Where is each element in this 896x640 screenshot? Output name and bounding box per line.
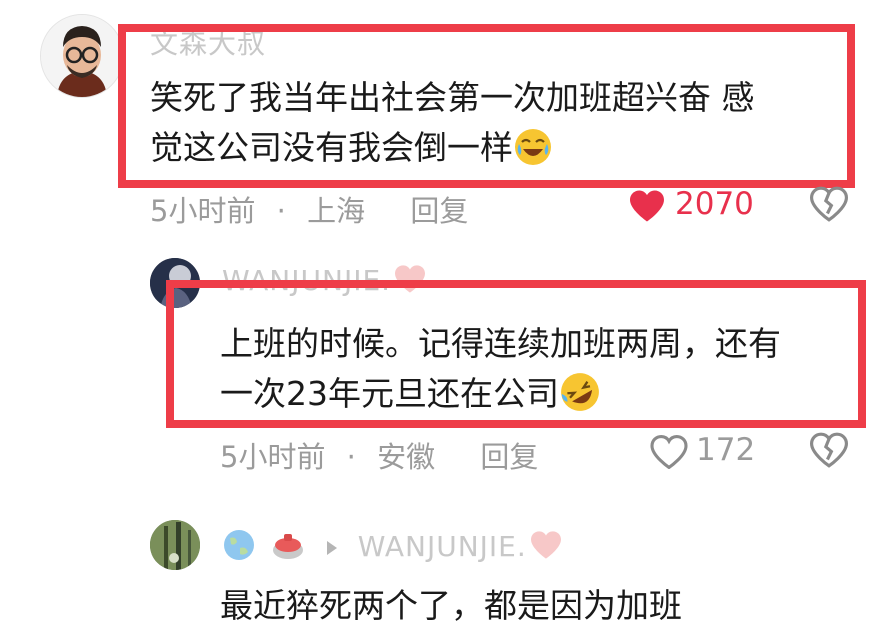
pink-heart-icon bbox=[530, 531, 561, 559]
comment-meta: 5小时前 · 上海 回复 bbox=[150, 188, 468, 230]
broken-heart-icon bbox=[809, 432, 849, 468]
man-with-glasses-avatar-icon bbox=[41, 15, 123, 97]
like-count: 172 bbox=[696, 432, 756, 468]
reply-button[interactable]: 回复 bbox=[480, 440, 538, 474]
dislike-button[interactable] bbox=[809, 186, 849, 226]
meta-separator: · bbox=[346, 440, 356, 474]
like-count: 2070 bbox=[675, 186, 754, 222]
curling-stone-badge-icon bbox=[272, 534, 303, 559]
comment-location: 上海 bbox=[307, 194, 366, 228]
comment-text-line: 最近猝死两个了，都是因为加班 bbox=[220, 586, 682, 625]
forest-avatar-icon bbox=[150, 520, 200, 570]
earth-badge-icon bbox=[224, 530, 254, 560]
meta-separator: · bbox=[276, 194, 286, 228]
heart-icon bbox=[650, 435, 688, 469]
avatar[interactable] bbox=[150, 520, 200, 570]
avatar[interactable] bbox=[40, 14, 124, 98]
comment-time: 5小时前 bbox=[150, 194, 256, 228]
comment-time: 5小时前 bbox=[220, 440, 326, 474]
reply-button[interactable]: 回复 bbox=[410, 194, 468, 228]
highlight-box bbox=[166, 280, 866, 428]
play-arrow-icon bbox=[326, 541, 337, 555]
broken-heart-icon bbox=[809, 186, 849, 222]
username-text: WANJUNJIE. bbox=[357, 530, 527, 563]
comment-meta: 5小时前 · 安徽 回复 bbox=[220, 434, 538, 476]
dislike-button[interactable] bbox=[809, 432, 849, 472]
comment-username[interactable]: WANJUNJIE. bbox=[222, 528, 563, 563]
comment-location: 安徽 bbox=[377, 440, 436, 474]
heart-icon bbox=[630, 190, 664, 222]
highlight-box bbox=[118, 24, 855, 188]
